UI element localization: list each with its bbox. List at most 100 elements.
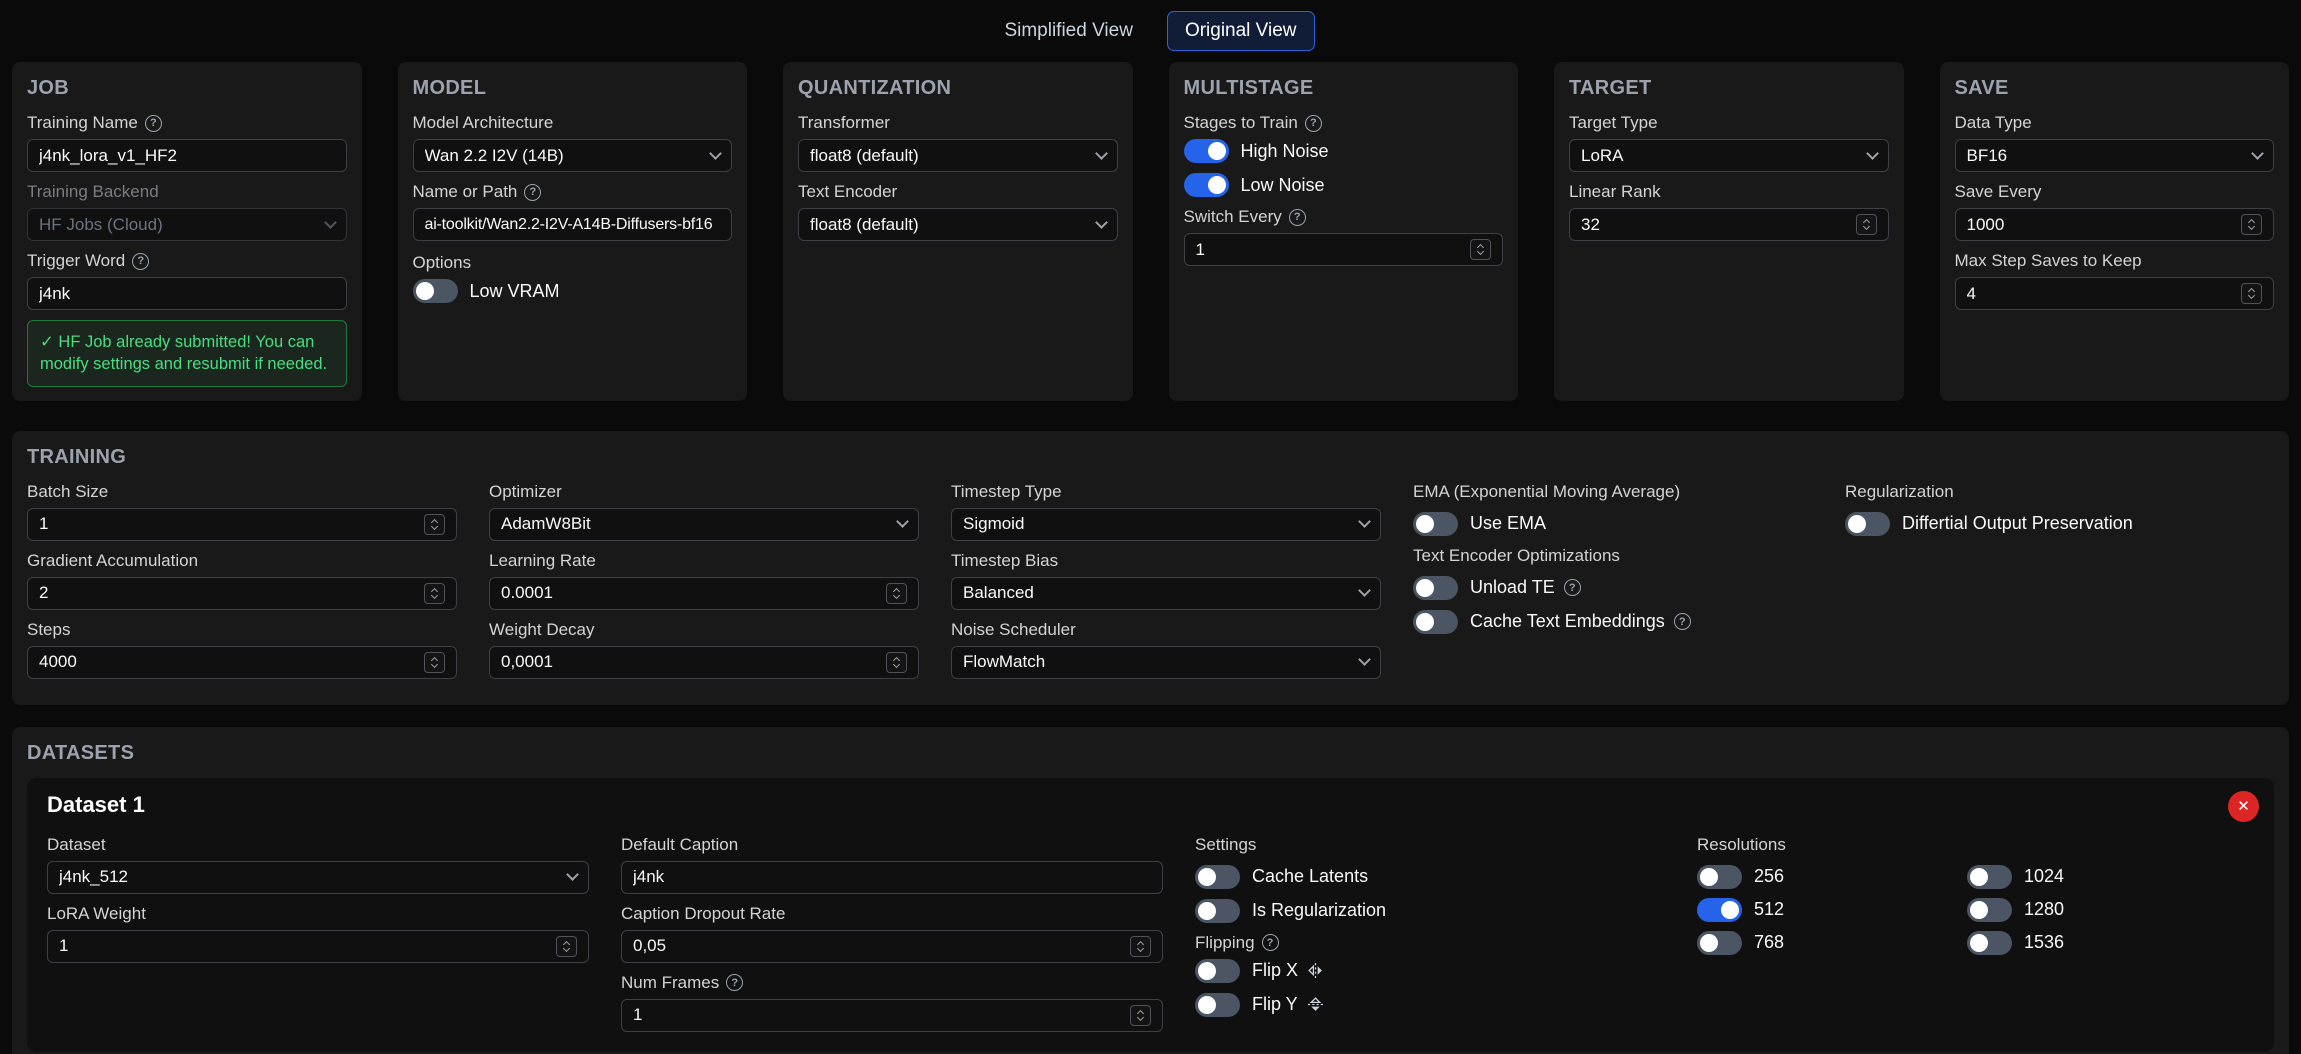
- remove-dataset-button[interactable]: ✕: [2228, 790, 2259, 822]
- select-value: float8 (default): [810, 214, 919, 234]
- number-stepper-icon[interactable]: [1130, 1004, 1151, 1026]
- timestep-type-select[interactable]: Sigmoid: [951, 507, 1381, 541]
- low-vram-label: Low VRAM: [469, 280, 560, 301]
- is-regularization-toggle[interactable]: [1195, 898, 1240, 923]
- unload-te-label: Unload TE ?: [1470, 577, 1581, 598]
- help-icon[interactable]: ?: [1261, 934, 1279, 952]
- data-type-field: Data Type BF16: [1954, 113, 2275, 172]
- learning-rate-label-text: Learning Rate: [489, 550, 596, 570]
- number-stepper-icon[interactable]: [424, 582, 445, 604]
- help-icon[interactable]: ?: [1304, 114, 1322, 132]
- training-name-input[interactable]: j4nk_lora_v1_HF2: [27, 139, 347, 172]
- resolution-1024-toggle[interactable]: [1967, 864, 2012, 889]
- weight-decay-label-text: Weight Decay: [489, 619, 595, 639]
- batch-size-field: Batch Size 1: [27, 482, 457, 541]
- ema-heading: EMA (Exponential Moving Average): [1413, 481, 1681, 501]
- resolution-512-toggle[interactable]: [1697, 897, 1742, 922]
- differential-output-preservation-toggle[interactable]: [1845, 511, 1890, 536]
- help-icon[interactable]: ?: [144, 114, 162, 132]
- job-card: JOB Training Name ? j4nk_lora_v1_HF2 Tra…: [12, 62, 362, 401]
- low-noise-toggle[interactable]: [1183, 173, 1229, 197]
- training-backend-select[interactable]: HF Jobs (Cloud): [27, 208, 347, 241]
- trigger-word-field: Trigger Word ? j4nk: [27, 251, 347, 310]
- input-value: 0.0001: [501, 583, 553, 603]
- number-stepper-icon[interactable]: [1130, 935, 1151, 957]
- unload-te-toggle[interactable]: [1413, 575, 1458, 600]
- number-stepper-icon[interactable]: [424, 513, 445, 535]
- name-or-path-input[interactable]: ai-toolkit/Wan2.2-I2V-A14B-Diffusers-bf1…: [412, 208, 732, 241]
- number-stepper-icon[interactable]: [1470, 239, 1491, 260]
- save-every-input[interactable]: 1000: [1954, 208, 2274, 241]
- resolution-256-toggle[interactable]: [1697, 864, 1742, 889]
- number-stepper-icon[interactable]: [886, 582, 907, 604]
- help-icon[interactable]: ?: [524, 183, 542, 201]
- close-icon: ✕: [2237, 798, 2250, 816]
- resolution-1024-label: 1024: [2024, 866, 2065, 887]
- trigger-word-input[interactable]: j4nk: [27, 277, 347, 310]
- help-icon[interactable]: ?: [1563, 579, 1581, 597]
- flipping-label-text: Flipping: [1195, 932, 1255, 952]
- dataset-label-text: Dataset: [47, 834, 106, 854]
- help-icon[interactable]: ?: [132, 252, 150, 270]
- model-architecture-select[interactable]: Wan 2.2 I2V (14B): [412, 139, 732, 172]
- caption-dropout-input[interactable]: 0,05: [621, 929, 1163, 963]
- help-icon[interactable]: ?: [1288, 208, 1306, 226]
- app-root: Simplified View Original View JOB Traini…: [0, 0, 2301, 1054]
- resolution-1536-toggle[interactable]: [1967, 930, 2012, 955]
- number-stepper-icon[interactable]: [2241, 214, 2262, 235]
- data-type-label: Data Type: [1955, 113, 2275, 133]
- help-icon[interactable]: ?: [1673, 613, 1691, 631]
- resolution-512-row: 512: [1697, 897, 1967, 922]
- steps-input[interactable]: 4000: [27, 645, 457, 679]
- text-encoder-select[interactable]: float8 (default): [798, 208, 1118, 241]
- use-ema-toggle[interactable]: [1413, 511, 1458, 536]
- high-noise-toggle[interactable]: [1183, 139, 1229, 163]
- optimizer-select[interactable]: AdamW8Bit: [489, 507, 919, 541]
- switch-every-input[interactable]: 1: [1183, 233, 1503, 266]
- cache-text-embeddings-label: Cache Text Embeddings ?: [1470, 611, 1691, 632]
- max-step-saves-input[interactable]: 4: [1954, 277, 2274, 310]
- steps-label-text: Steps: [27, 619, 71, 639]
- batch-size-label-text: Batch Size: [27, 481, 109, 501]
- timestep-bias-select[interactable]: Balanced: [951, 576, 1381, 610]
- number-stepper-icon[interactable]: [2241, 283, 2262, 304]
- weight-decay-field: Weight Decay 0,0001: [489, 620, 919, 679]
- training-backend-field: Training Backend HF Jobs (Cloud): [27, 182, 347, 241]
- data-type-select[interactable]: BF16: [1954, 139, 2274, 172]
- target-type-select[interactable]: LoRA: [1569, 139, 1889, 172]
- num-frames-input[interactable]: 1: [621, 998, 1163, 1032]
- number-stepper-icon[interactable]: [886, 651, 907, 673]
- lora-weight-input[interactable]: 1: [47, 929, 589, 963]
- dataset-select[interactable]: j4nk_512: [47, 860, 589, 894]
- number-stepper-icon[interactable]: [1855, 214, 1877, 235]
- transformer-select[interactable]: float8 (default): [798, 139, 1118, 172]
- resolution-1280-toggle[interactable]: [1967, 897, 2012, 922]
- weight-decay-label: Weight Decay: [489, 620, 919, 640]
- name-or-path-label-text: Name or Path: [412, 182, 518, 201]
- tab-original-view[interactable]: Original View: [1166, 11, 1315, 51]
- low-noise-row: Low Noise: [1183, 173, 1504, 197]
- weight-decay-input[interactable]: 0,0001: [489, 645, 919, 679]
- cache-text-embeddings-toggle[interactable]: [1413, 609, 1458, 634]
- learning-rate-input[interactable]: 0.0001: [489, 576, 919, 610]
- batch-size-label: Batch Size: [27, 482, 457, 502]
- view-tabs: Simplified View Original View: [0, 0, 2301, 62]
- default-caption-input[interactable]: j4nk: [621, 860, 1163, 894]
- noise-scheduler-select[interactable]: FlowMatch: [951, 645, 1381, 679]
- flip-y-toggle[interactable]: [1195, 992, 1240, 1017]
- cache-latents-toggle[interactable]: [1195, 864, 1240, 889]
- chevron-down-icon: [1358, 584, 1371, 597]
- resolution-768-toggle[interactable]: [1697, 930, 1742, 955]
- tab-simplified-view[interactable]: Simplified View: [986, 11, 1150, 51]
- gradient-accumulation-label: Gradient Accumulation: [27, 551, 457, 571]
- help-icon[interactable]: ?: [726, 974, 744, 992]
- batch-size-input[interactable]: 1: [27, 507, 457, 541]
- linear-rank-input[interactable]: 32: [1569, 208, 1889, 241]
- gradient-accumulation-input[interactable]: 2: [27, 576, 457, 610]
- number-stepper-icon[interactable]: [556, 935, 577, 957]
- low-vram-toggle[interactable]: [412, 279, 458, 303]
- target-card: TARGET Target Type LoRA Linear Rank 32: [1554, 62, 1904, 401]
- flip-x-toggle[interactable]: [1195, 958, 1240, 983]
- dataset-col-1: Dataset j4nk_512 LoRA Weight 1: [47, 835, 589, 1042]
- number-stepper-icon[interactable]: [424, 651, 445, 673]
